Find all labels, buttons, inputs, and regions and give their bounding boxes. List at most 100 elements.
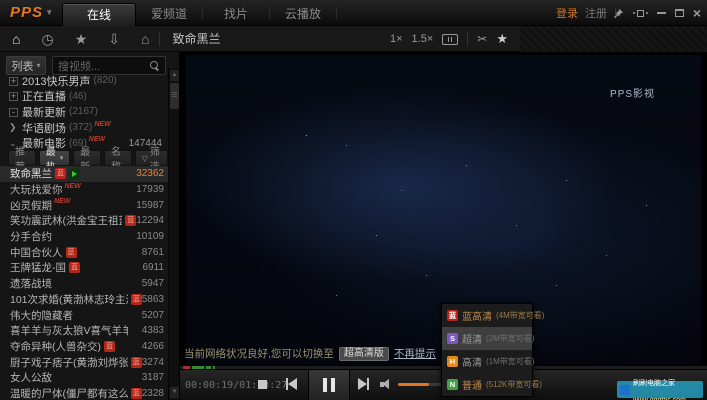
site-watermark: 刷刷电脑之家 www.gqgtpc.com <box>617 381 703 398</box>
volume-icon[interactable] <box>380 379 392 390</box>
movie-row[interactable]: 大玩找爱你NEW17939 <box>0 182 168 198</box>
movie-row[interactable]: 王牌猛龙-国蓝6911 <box>0 260 168 276</box>
filter-推荐[interactable]: 推荐 <box>8 150 36 166</box>
bluray-badge: 蓝 <box>131 388 142 399</box>
category-row[interactable]: -最新更新(2167) <box>0 104 168 120</box>
movie-view-count: 5947 <box>142 278 164 289</box>
movie-row[interactable]: 女人公敌3187 <box>0 370 168 386</box>
movie-row[interactable]: 遗落战境5947 <box>0 276 168 292</box>
next-button[interactable] <box>358 378 369 390</box>
zoom-15x-button[interactable]: 1.5× <box>412 33 434 45</box>
expand-icon[interactable]: - <box>9 107 22 117</box>
category-label: 正在直播 <box>22 88 66 104</box>
filter-最新[interactable]: 最新 <box>73 150 101 166</box>
clip-icon[interactable]: ✂ <box>477 32 487 46</box>
bluray-badge: 蓝 <box>131 357 142 368</box>
movie-title: 厨子戏子痞子(黄渤刘烨张涵予) <box>10 355 128 370</box>
filter-筛选[interactable]: ▽筛选 <box>135 150 168 166</box>
filter-最热[interactable]: 最热▾ <box>39 150 71 166</box>
zoom-1x-button[interactable]: 1× <box>390 33 403 45</box>
movie-row[interactable]: 致命黑兰蓝32362 <box>0 166 168 182</box>
expand-icon[interactable]: ❯ <box>9 122 22 133</box>
sort-filter-bar: 推荐最热▾最新名称▽筛选 <box>0 150 168 167</box>
pps-logo-text: PPS <box>10 4 43 21</box>
movie-row[interactable]: 分手合约 10109 <box>0 229 168 245</box>
quality-option-高清[interactable]: H高清(1M带宽可看) <box>442 350 532 373</box>
movie-title: 伟大的隐藏者 <box>10 308 73 323</box>
channel-home-icon[interactable]: ⌂ <box>141 32 149 46</box>
category-row[interactable]: ❯华语剧场(372)NEW <box>0 120 168 136</box>
expand-icon[interactable]: + <box>9 91 22 101</box>
quality-bandwidth-note: (1M带宽可看) <box>486 356 534 367</box>
login-link[interactable]: 登录 <box>556 5 578 21</box>
quality-option-普通[interactable]: N普通(512K带宽可看) <box>442 373 532 396</box>
new-badge: NEW <box>94 121 110 128</box>
mini-mode-icon[interactable] <box>633 10 648 17</box>
movie-title: 笑功震武林(洪金宝王祖蓝吴君如... <box>10 213 122 228</box>
toolbar-divider <box>159 32 160 46</box>
close-button[interactable]: × <box>693 6 701 20</box>
download-icon[interactable]: ⇩ <box>108 32 120 46</box>
buffer-segment <box>183 366 190 369</box>
sidebar-scrollbar[interactable]: ▲ ▼ <box>168 68 179 400</box>
quality-bandwidth-note: (4M带宽可看) <box>496 310 544 321</box>
filter-名称[interactable]: 名称 <box>104 150 132 166</box>
search-icon[interactable] <box>150 61 160 71</box>
tab-爱频道[interactable]: 爱频道 <box>136 5 202 22</box>
movie-row[interactable]: 伟大的隐藏者5207 <box>0 307 168 323</box>
switch-quality-button[interactable]: 超高清版 <box>339 347 389 361</box>
movie-row[interactable]: 厨子戏子痞子(黄渤刘烨张涵予)蓝3274 <box>0 354 168 370</box>
scroll-up-arrow[interactable]: ▲ <box>170 70 179 81</box>
quality-option-超清[interactable]: S超清(2M带宽可看) <box>442 327 532 350</box>
movie-view-count: 6911 <box>142 262 164 273</box>
movie-row[interactable]: 101次求婚(黄渤林志玲主演)蓝5863 <box>0 292 168 308</box>
movie-row[interactable]: 夺命异种(人兽杂交)蓝4266 <box>0 339 168 355</box>
favorites-icon[interactable]: ★ <box>75 32 88 46</box>
movie-view-count: 2328 <box>142 388 164 399</box>
movie-view-count: 32362 <box>136 168 164 179</box>
home-icon[interactable]: ⌂ <box>12 32 20 46</box>
pps-video-watermark: PPS影视 <box>610 85 655 100</box>
search-placeholder: 搜视频... <box>58 58 150 74</box>
pin-icon[interactable] <box>613 8 624 19</box>
category-row[interactable]: +2013快乐男声(820) <box>0 73 168 89</box>
movie-row[interactable]: 凶灵假期NEW15987 <box>0 197 168 213</box>
bluray-badge: 蓝 <box>125 215 136 226</box>
movie-view-count: 10109 <box>136 231 164 242</box>
scroll-down-arrow[interactable]: ▼ <box>170 387 179 398</box>
minimize-button[interactable] <box>657 12 666 14</box>
movie-row[interactable]: 中国合伙人蓝8761 <box>0 244 168 260</box>
tab-云播放[interactable]: 云播放 <box>270 5 336 22</box>
history-icon[interactable]: ◷ <box>41 32 53 46</box>
previous-button[interactable] <box>286 378 297 390</box>
movie-title: 分手合约 <box>10 229 52 244</box>
main-tabs: 在线爱频道找片云播放 <box>62 0 337 26</box>
dont-remind-link[interactable]: 不再提示 <box>394 346 436 361</box>
tab-找片[interactable]: 找片 <box>203 5 269 22</box>
buffer-segment <box>213 366 215 369</box>
logo-dropdown-caret-icon[interactable]: ▾ <box>47 7 53 17</box>
scrollbar-thumb[interactable] <box>170 83 179 109</box>
expand-icon[interactable]: + <box>9 76 22 86</box>
movie-title: 喜羊羊与灰太狼V喜气羊羊过蛇年 <box>10 323 128 338</box>
movie-title: 凶灵假期 <box>10 198 52 213</box>
movie-row[interactable]: 温暖的尸体(僵尸都有这么帅)蓝2328 <box>0 386 168 400</box>
category-row[interactable]: +正在直播(46) <box>0 89 168 105</box>
favorite-video-icon[interactable]: ★ <box>496 31 508 47</box>
pause-button[interactable] <box>308 370 350 400</box>
list-dropdown-label: 列表 <box>11 58 33 74</box>
pps-logo[interactable]: PPS ▾ <box>10 4 53 21</box>
quality-option-蓝高清[interactable]: 蓝蓝高清(4M带宽可看) <box>442 304 532 327</box>
register-link[interactable]: 注册 <box>585 5 607 21</box>
stop-button[interactable] <box>258 380 267 389</box>
aspect-ratio-icon[interactable] <box>442 34 458 45</box>
movie-row[interactable]: 喜羊羊与灰太狼V喜气羊羊过蛇年4383 <box>0 323 168 339</box>
category-label: 华语剧场 <box>22 120 66 136</box>
player-toolbar: ⌂ ◷ ★ ⇩ ⌂ 致命黑兰 1× 1.5× ✂ ★ <box>0 26 520 52</box>
movie-row[interactable]: 笑功震武林(洪金宝王祖蓝吴君如...蓝12294 <box>0 213 168 229</box>
tab-在线[interactable]: 在线 <box>62 3 136 26</box>
maximize-button[interactable] <box>675 9 684 17</box>
movie-view-count: 4266 <box>142 341 164 352</box>
movie-title: 大玩找爱你 <box>10 182 63 197</box>
category-label: 最新更新 <box>22 104 66 120</box>
